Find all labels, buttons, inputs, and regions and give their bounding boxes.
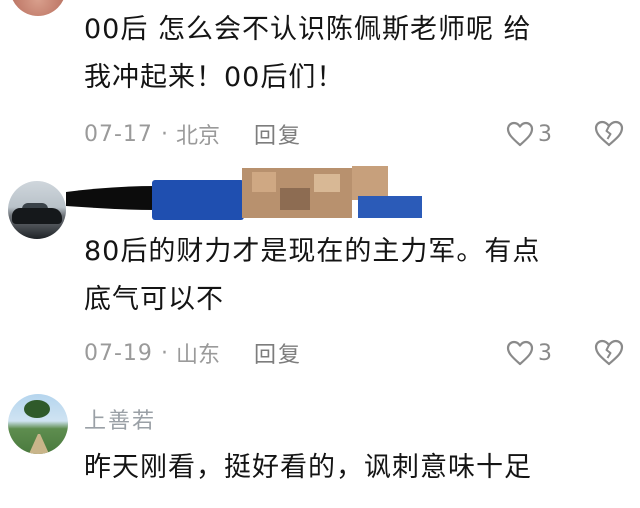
broken-heart-icon	[594, 339, 624, 366]
redaction-overlay	[66, 166, 422, 220]
comment-line: 我冲起来！00后们！	[84, 62, 345, 93]
avatar[interactable]	[10, 0, 66, 16]
comment-line: 底气可以不	[84, 284, 224, 315]
comment-text: 80后的财力才是现在的主力军。有点 底气可以不	[84, 228, 629, 324]
comment-location: 北京	[175, 124, 220, 149]
avatar-path	[28, 434, 50, 454]
comment-line: 00后 怎么会不认识陈佩斯老师呢 给	[84, 14, 532, 45]
like-count: 3	[538, 340, 552, 366]
comment-line: 80后的财力才是现在的主力军。有点	[84, 236, 541, 267]
avatar-tree	[24, 400, 50, 418]
comment-date: 07-19	[84, 340, 153, 366]
comment-date: 07-17	[84, 121, 153, 147]
username[interactable]: 上善若	[84, 403, 156, 435]
separator: ·	[160, 340, 168, 366]
dislike-button[interactable]	[594, 119, 624, 149]
like-button[interactable]: 3	[506, 338, 552, 368]
comment-location: 山东	[175, 343, 220, 368]
avatar[interactable]	[8, 181, 66, 239]
comment-meta: 07-17 · 北京 回复	[84, 118, 302, 150]
avatar[interactable]	[8, 394, 68, 454]
like-button[interactable]: 3	[506, 119, 552, 149]
username-fade	[160, 397, 200, 433]
comment-line: 昨天刚看，挺好看的，讽刺意味十足	[84, 452, 532, 483]
heart-outline-icon	[506, 340, 534, 366]
avatar-car-body	[12, 208, 62, 224]
reply-button[interactable]: 回复	[254, 337, 302, 369]
comment-text: 昨天刚看，挺好看的，讽刺意味十足	[84, 444, 629, 492]
like-count: 3	[538, 121, 552, 147]
heart-outline-icon	[506, 121, 534, 147]
comment-meta: 07-19 · 山东 回复	[84, 337, 302, 369]
separator: ·	[160, 121, 168, 147]
reply-button[interactable]: 回复	[254, 118, 302, 150]
dislike-button[interactable]	[594, 338, 624, 368]
broken-heart-icon	[594, 120, 624, 147]
comment-text: 00后 怎么会不认识陈佩斯老师呢 给 我冲起来！00后们！	[84, 6, 629, 102]
